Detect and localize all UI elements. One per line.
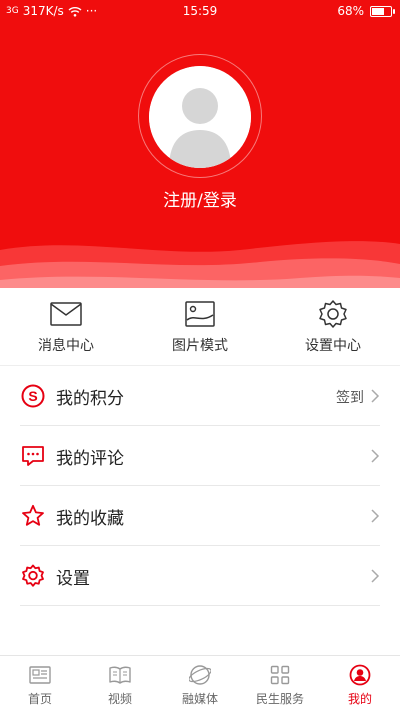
- tab-services[interactable]: 民生服务: [240, 664, 320, 707]
- bottom-tab-bar: 首页 视频 融媒体 民生服务 我的: [0, 655, 400, 711]
- menu-item-settings[interactable]: 设置: [20, 546, 380, 606]
- menu-item-label: 我的积分: [56, 389, 124, 409]
- menu-item-comments[interactable]: 我的评论: [20, 426, 380, 486]
- tab-label: 我的: [347, 692, 372, 706]
- menu-list: S 我的积分 签到 我的评论 我的收藏 设置: [0, 366, 400, 606]
- tab-label: 民生服务: [255, 692, 304, 706]
- book-icon: [109, 666, 131, 684]
- message-center-button[interactable]: 消息中心: [6, 300, 126, 355]
- tab-video[interactable]: 视频: [80, 664, 160, 707]
- picture-mode-button[interactable]: 图片模式: [140, 300, 260, 355]
- menu-item-label: 我的收藏: [56, 509, 124, 529]
- tab-label: 视频: [107, 692, 132, 706]
- tab-label: 首页: [27, 692, 52, 706]
- points-icon: S: [21, 384, 45, 408]
- menu-item-favorites[interactable]: 我的收藏: [20, 486, 380, 546]
- globe-icon: [189, 665, 211, 685]
- chevron-right-icon: [371, 449, 380, 463]
- chevron-right-icon: [371, 509, 380, 523]
- quick-action-label: 图片模式: [172, 338, 228, 354]
- avatar[interactable]: [149, 66, 251, 168]
- default-avatar-icon: [149, 66, 251, 168]
- tab-mine[interactable]: 我的: [320, 664, 400, 707]
- star-icon: [22, 504, 44, 526]
- grid-icon: [270, 665, 290, 685]
- battery-icon: [370, 5, 395, 17]
- header-wave: [0, 241, 400, 288]
- tab-home[interactable]: 首页: [0, 664, 80, 707]
- envelope-icon: [50, 302, 82, 326]
- quick-actions: 消息中心 图片模式 设置中心: [0, 288, 400, 366]
- svg-text:S: S: [28, 388, 37, 404]
- tab-label: 融媒体: [181, 692, 218, 706]
- login-register-link[interactable]: 注册/登录: [0, 186, 400, 211]
- profile-icon: [349, 664, 371, 686]
- comment-icon: [22, 446, 44, 466]
- status-bar: 3G 317K/s ··· 15:59 68%: [0, 0, 400, 24]
- battery-percent: 68%: [337, 4, 364, 18]
- settings-center-button[interactable]: 设置中心: [273, 300, 393, 355]
- gear-icon: [319, 300, 347, 328]
- menu-item-label: 设置: [56, 569, 90, 589]
- settings-icon: [22, 564, 44, 587]
- picture-icon: [185, 301, 215, 327]
- menu-item-label: 我的评论: [56, 449, 124, 469]
- quick-action-label: 设置中心: [305, 338, 361, 354]
- chevron-right-icon: [371, 569, 380, 583]
- tab-media[interactable]: 融媒体: [160, 664, 240, 707]
- menu-item-points[interactable]: S 我的积分 签到: [20, 366, 380, 426]
- quick-action-label: 消息中心: [38, 338, 94, 354]
- news-icon: [29, 666, 51, 684]
- chevron-right-icon: [371, 389, 380, 403]
- check-in-link[interactable]: 签到: [336, 387, 364, 407]
